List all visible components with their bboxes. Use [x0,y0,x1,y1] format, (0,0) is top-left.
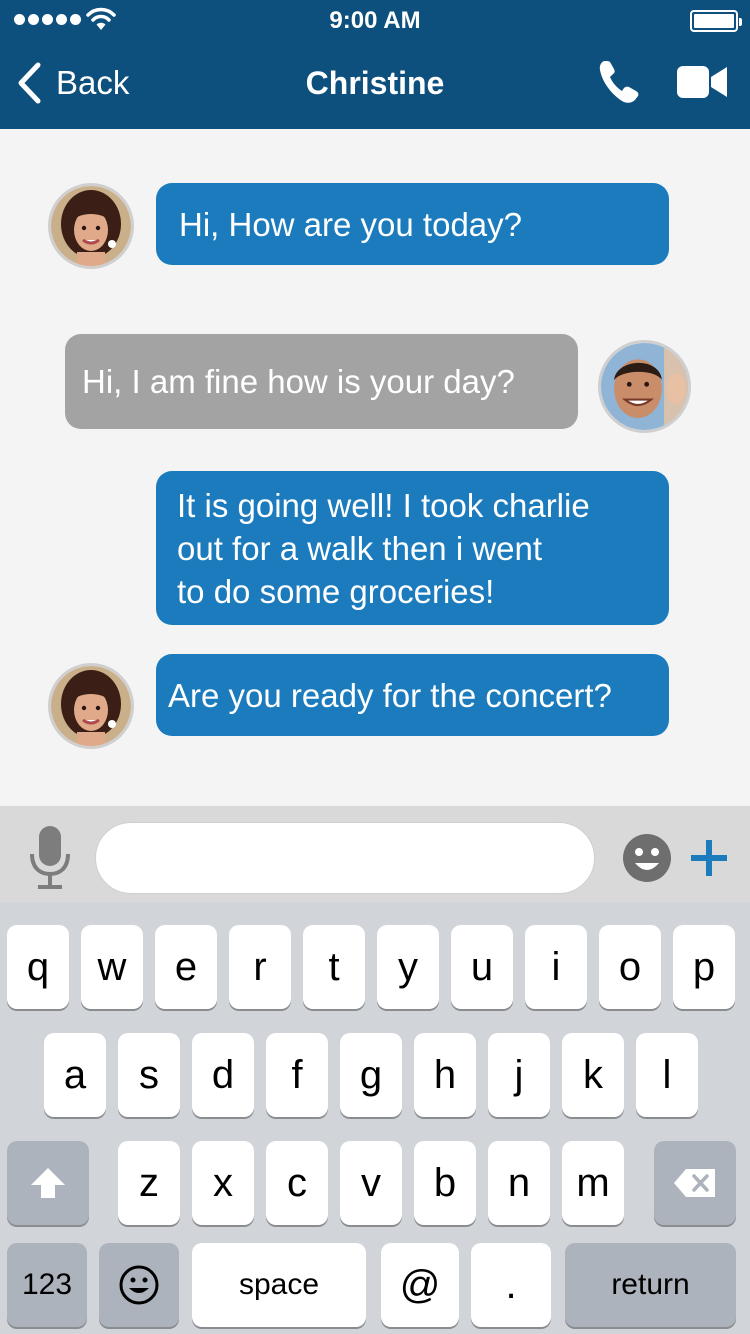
message-text-line: to do some groceries! [177,572,495,610]
key-u[interactable]: u [451,925,513,1009]
key-e[interactable]: e [155,925,217,1009]
avatar-woman-image [51,186,131,266]
shift-key[interactable] [7,1141,89,1225]
avatar-me[interactable] [598,340,691,433]
message-text: Are you ready for the concert? [168,676,612,714]
key-k[interactable]: k [562,1033,624,1117]
key-w[interactable]: w [81,925,143,1009]
space-key[interactable]: space [192,1243,366,1327]
avatar-woman-image [51,666,131,746]
key-o[interactable]: o [599,925,661,1009]
key-j[interactable]: j [488,1033,550,1117]
key-a[interactable]: a [44,1033,106,1117]
key-m[interactable]: m [562,1141,624,1225]
plus-icon[interactable] [690,839,728,877]
key-n[interactable]: n [488,1141,550,1225]
navigation-bar: Back Christine [0,40,750,129]
key-r[interactable]: r [229,925,291,1009]
return-key[interactable]: return [565,1243,736,1327]
avatar-man-image [601,343,688,430]
key-y[interactable]: y [377,925,439,1009]
battery-icon [690,10,742,32]
microphone-icon[interactable] [28,824,72,892]
avatar-christine[interactable] [48,663,134,749]
key-t[interactable]: t [303,925,365,1009]
shift-icon [31,1168,65,1198]
status-time: 9:00 AM [329,7,421,34]
emoji-icon[interactable] [622,833,672,883]
key-x[interactable]: x [192,1141,254,1225]
message-input[interactable] [95,822,595,894]
message-bubble[interactable]: It is going well! I took charlie out for… [156,471,669,625]
key-b[interactable]: b [414,1141,476,1225]
message-text: Hi, I am fine how is your day? [82,363,515,400]
key-q[interactable]: q [7,925,69,1009]
numbers-key[interactable]: 123 [7,1243,87,1327]
phone-icon[interactable] [598,59,642,105]
key-z[interactable]: z [118,1141,180,1225]
key-d[interactable]: d [192,1033,254,1117]
video-camera-icon[interactable] [676,64,728,100]
period-key[interactable]: . [471,1243,551,1327]
conversation-area: Hi, How are you today? Hi, I am fine how… [0,129,750,806]
status-bar: 9:00 AM [0,0,750,40]
message-input-bar [0,806,750,902]
keyboard-emoji-key[interactable] [99,1243,179,1327]
message-text: Hi, How are you today? [179,205,523,243]
avatar-christine[interactable] [48,183,134,269]
key-l[interactable]: l [636,1033,698,1117]
message-text-line: out for a walk then i went [177,529,543,567]
key-i[interactable]: i [525,925,587,1009]
key-s[interactable]: s [118,1033,180,1117]
backspace-icon [674,1169,715,1197]
at-key[interactable]: @ [381,1243,459,1327]
key-h[interactable]: h [414,1033,476,1117]
keyboard-emoji-icon [119,1265,159,1305]
key-g[interactable]: g [340,1033,402,1117]
message-bubble[interactable]: Hi, How are you today? [156,183,669,265]
key-v[interactable]: v [340,1141,402,1225]
message-bubble[interactable]: Hi, I am fine how is your day? [65,334,578,429]
key-p[interactable]: p [673,925,735,1009]
backspace-key[interactable] [654,1141,736,1225]
key-c[interactable]: c [266,1141,328,1225]
key-f[interactable]: f [266,1033,328,1117]
message-bubble[interactable]: Are you ready for the concert? [156,654,669,736]
message-text-line: It is going well! I took charlie [177,486,590,524]
keyboard: q w e r t y u i o p a s d f g h j k l z … [0,902,750,1334]
